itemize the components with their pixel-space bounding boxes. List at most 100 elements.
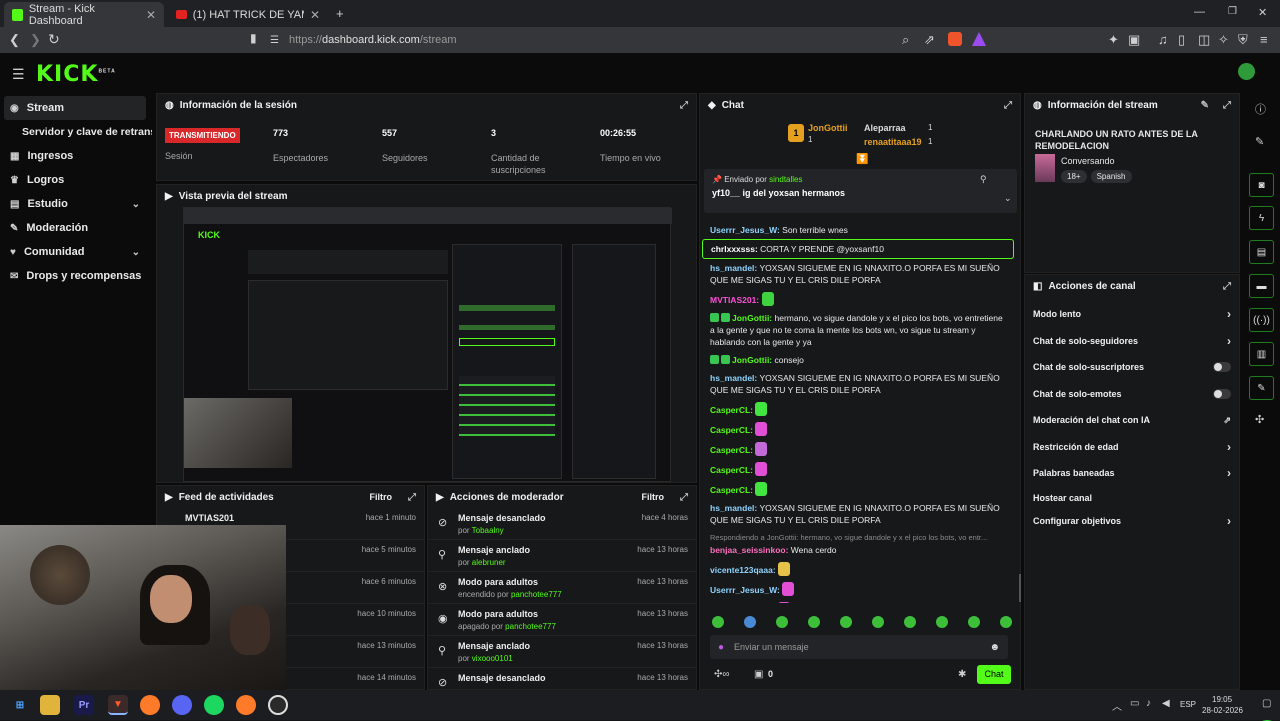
hamburger-menu-icon[interactable]: ☰ — [12, 66, 25, 83]
quick-emote-icon[interactable] — [712, 616, 724, 628]
quick-emote-icon[interactable] — [904, 616, 916, 628]
chat-message[interactable]: hs_mandel: YOXSAN SIGUEME EN IG NNAXITO.… — [702, 369, 1014, 399]
chat-message[interactable]: Respondiendo a JonGottii: hermano, vo si… — [702, 529, 1014, 559]
sidebar-item-estudio[interactable]: ▤ Estudio ⌄ — [0, 192, 152, 216]
chat-message[interactable]: MVTIAS201: — [702, 289, 1014, 309]
quick-emote-icon[interactable] — [936, 616, 948, 628]
ai-moderation-item[interactable]: Moderación del chat con IA ⇗ — [1025, 407, 1239, 434]
info-icon[interactable]: ⓘ — [1255, 101, 1266, 117]
subs-only-toggle[interactable] — [1213, 362, 1231, 373]
chat-scrollbar[interactable] — [1019, 574, 1021, 602]
chat-username[interactable]: hs_mandel: — [710, 503, 757, 513]
mod-action-row[interactable]: ⊗ Modo para adultos encendido por panchote… — [428, 572, 696, 604]
chat-username[interactable]: JonGottii: — [732, 355, 772, 365]
layout-icon[interactable]: ▥ — [1249, 342, 1274, 366]
stream-preview-video[interactable]: KICK — [183, 207, 672, 482]
file-explorer-icon[interactable] — [40, 695, 60, 715]
new-tab-icon[interactable]: + — [336, 6, 344, 21]
filter-button[interactable]: Filtro — [642, 492, 665, 502]
windows-start-icon[interactable]: ⊞ — [10, 695, 30, 715]
chat-message[interactable]: chrlxxxsss: CORTA Y PRENDE @yoxsanf10 — [702, 239, 1014, 259]
chat-username[interactable]: JonGottii: — [732, 313, 772, 323]
settings-icon[interactable]: ✱ — [958, 669, 966, 680]
clock-date[interactable]: 28-02-2026 — [1202, 706, 1243, 715]
zoom-icon[interactable]: ⌕ — [902, 32, 909, 48]
obs-icon[interactable] — [268, 695, 288, 715]
volume-icon[interactable]: ◀ — [1162, 698, 1170, 709]
screenshot-icon[interactable]: ▣ — [1128, 32, 1140, 48]
expand-icon[interactable]: ⤢ — [680, 492, 688, 503]
leo-icon[interactable]: ✧ — [1218, 32, 1229, 48]
chat-message[interactable]: JonGottii: hermano, vo sigue dandole y x… — [702, 309, 1014, 351]
quick-emote-icon[interactable] — [968, 616, 980, 628]
reload-icon[interactable]: ↻ — [48, 31, 60, 48]
chat-username[interactable]: hs_mandel: — [710, 373, 757, 383]
quick-emote-icon[interactable] — [776, 616, 788, 628]
wallet-icon[interactable]: ◫ — [1198, 32, 1210, 48]
edit-icon[interactable]: ✎ — [1255, 135, 1264, 148]
discord-icon[interactable] — [172, 695, 192, 715]
sidebar-item-logros[interactable]: ♛ Logros — [0, 168, 152, 192]
mod-action-row[interactable]: ⊘ Mensaje desanclado por Tobaalny hace 4 ho… — [428, 508, 696, 540]
document-icon[interactable]: ▤ — [1249, 240, 1274, 264]
premiere-icon[interactable]: Pr — [74, 695, 94, 715]
chat-message[interactable]: CasperCL: — [702, 459, 1014, 479]
vpn-icon[interactable]: ⛨ — [1238, 32, 1248, 48]
chat-username[interactable]: vicente123qaaa: — [710, 565, 776, 575]
expand-icon[interactable]: ⤢ — [408, 492, 416, 503]
chat-message[interactable]: CasperCL: — [702, 479, 1014, 499]
lightning-icon[interactable]: ϟ — [1249, 206, 1274, 230]
menu-icon[interactable]: ≡ — [1260, 32, 1268, 47]
clock-time[interactable]: 19:05 — [1212, 695, 1232, 704]
leader-name[interactable]: Aleparraa — [864, 123, 906, 133]
banned-words-item[interactable]: Palabras baneadas › — [1025, 460, 1239, 487]
message-icon[interactable]: ▬ — [1249, 274, 1274, 298]
tab-youtube[interactable]: (1) HAT TRICK DE YAMAL, GOLEADA ✕ — [168, 2, 328, 27]
close-tab-icon[interactable]: ✕ — [310, 8, 320, 22]
emotes-only-item[interactable]: Chat de solo-emotes — [1025, 381, 1239, 408]
chat-message[interactable]: vicente123qaaa: — [702, 599, 1014, 603]
quick-emote-icon[interactable] — [808, 616, 820, 628]
chat-username[interactable]: benjaa_seissinkoo: — [710, 545, 788, 555]
language-indicator[interactable]: ESP — [1180, 700, 1196, 709]
tray-arrow-icon[interactable]: ︿ — [1112, 698, 1122, 713]
camera-icon[interactable]: ◙ — [1249, 173, 1274, 197]
collapse-leaderboard-icon[interactable]: ⏬ — [856, 154, 868, 165]
chat-message[interactable]: hs_mandel: YOXSAN SIGUEME EN IG NNAXITO.… — [702, 499, 1014, 529]
sidebar-item-moderacion[interactable]: ✎ Moderación — [0, 216, 152, 240]
mod-action-row[interactable]: ⚲ Mensaje anclado por vixooo0101 hace 13 ho… — [428, 636, 696, 668]
chat-username[interactable]: Userrr_Jesus_W: — [710, 585, 780, 595]
user-avatar[interactable] — [1238, 63, 1255, 80]
chat-username[interactable]: CasperCL: — [710, 425, 753, 435]
chat-message[interactable]: CasperCL: — [702, 419, 1014, 439]
chat-username[interactable]: hs_mandel: — [710, 263, 757, 273]
mic-icon[interactable]: ● — [718, 642, 724, 653]
chat-message[interactable]: CasperCL: — [702, 439, 1014, 459]
emotes-only-toggle[interactable] — [1213, 388, 1231, 399]
gift-icon[interactable]: ▣ — [754, 669, 763, 680]
expand-icon[interactable]: ⤢ — [1223, 100, 1231, 111]
brave-shield-icon[interactable] — [948, 32, 962, 46]
quick-emote-icon[interactable] — [840, 616, 852, 628]
edit-icon[interactable]: ✎ — [1201, 100, 1209, 111]
bookmark-icon[interactable]: ▮ — [250, 31, 257, 45]
chat-message[interactable]: JonGottii: consejo — [702, 351, 1014, 369]
chat-username[interactable]: CasperCL: — [710, 445, 753, 455]
send-chat-button[interactable]: Chat — [977, 665, 1011, 684]
expand-icon[interactable]: ⤢ — [680, 100, 688, 111]
broadcast-icon[interactable]: ((·)) — [1249, 308, 1274, 332]
notifications-icon[interactable]: ▢ — [1262, 698, 1271, 709]
host-channel-item[interactable]: Hostear canal — [1025, 487, 1239, 509]
emoji-icon[interactable]: ☻ — [989, 642, 1000, 653]
sidebar-item-stream[interactable]: ◉ Stream — [4, 96, 146, 120]
chat-message[interactable]: Userrr_Jesus_W: Son terrible wnes — [702, 221, 1014, 239]
filter-button[interactable]: Filtro — [370, 492, 393, 502]
chat-message[interactable]: vicente123qaaa: — [702, 559, 1014, 579]
mod-action-row[interactable]: ⚲ Mensaje anclado por alebruner hace 13 hor… — [428, 540, 696, 572]
chat-username[interactable]: CasperCL: — [710, 405, 753, 415]
forward-icon[interactable]: ❯ — [30, 32, 41, 48]
network-icon[interactable]: ▭ — [1130, 698, 1139, 709]
subs-only-item[interactable]: Chat de solo-suscriptores — [1025, 354, 1239, 381]
restore-icon[interactable]: ❐ — [1228, 6, 1237, 17]
quick-emote-icon[interactable] — [1000, 616, 1012, 628]
